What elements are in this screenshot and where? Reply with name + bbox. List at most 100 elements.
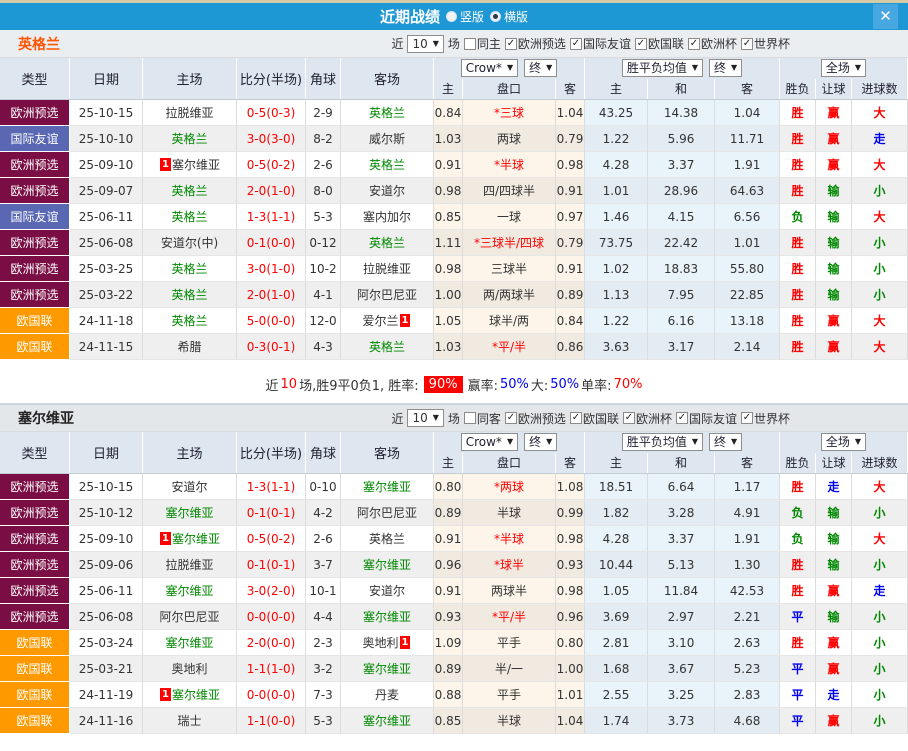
result-goals: 大 bbox=[852, 526, 908, 552]
avg-draw: 3.37 bbox=[648, 152, 715, 178]
checkbox-checked-icon[interactable]: ✓ bbox=[569, 412, 582, 424]
layout-radio-horizontal[interactable]: 横版 bbox=[490, 8, 528, 25]
checkbox-checked-icon[interactable]: ✓ bbox=[740, 412, 753, 424]
odds-source-select[interactable]: Crow* ▼ bbox=[460, 433, 519, 452]
wdl-average-select[interactable]: 胜平负均值 ▼ bbox=[621, 59, 703, 78]
checkbox-icon[interactable] bbox=[463, 412, 476, 424]
checkbox-icon[interactable] bbox=[463, 37, 476, 50]
radio-icon[interactable] bbox=[445, 11, 457, 22]
result-goals: 大 bbox=[852, 474, 908, 500]
result-goals: 大 bbox=[852, 100, 908, 126]
col-avg-draw: 和 bbox=[648, 78, 715, 99]
col-odds-away: 客 bbox=[556, 452, 585, 473]
odds-home: 0.91 bbox=[434, 526, 463, 552]
final-wdl-select[interactable]: 终 ▼ bbox=[709, 59, 743, 78]
corner-count: 2-3 bbox=[306, 630, 341, 656]
full-match-select[interactable]: 全场 ▼ bbox=[820, 59, 867, 78]
league-filter-checkbox[interactable]: ✓ 欧洲预选 bbox=[504, 410, 566, 427]
checkbox-checked-icon[interactable]: ✓ bbox=[504, 412, 517, 424]
close-button[interactable]: ✕ bbox=[873, 4, 898, 29]
final-odds-select[interactable]: 终 ▼ bbox=[524, 59, 558, 78]
checkbox-checked-icon[interactable]: ✓ bbox=[687, 37, 700, 50]
rank-badge: 1 bbox=[399, 314, 411, 327]
result-handicap: 输 bbox=[816, 500, 852, 526]
checkbox-checked-icon[interactable]: ✓ bbox=[740, 37, 753, 50]
handicap-line: 一球 bbox=[463, 204, 556, 230]
result-handicap: 输 bbox=[816, 282, 852, 308]
result-handicap: 输 bbox=[816, 526, 852, 552]
team-cell: 塞尔维亚 bbox=[341, 474, 434, 500]
team-cell: 1 塞尔维亚 bbox=[143, 526, 237, 552]
result-handicap: 走 bbox=[816, 682, 852, 708]
avg-draw: 3.17 bbox=[648, 334, 715, 360]
page-title: 近期战绩 bbox=[379, 8, 440, 26]
league-filter-checkbox[interactable]: ✓ 欧国联 bbox=[569, 410, 619, 427]
league-filter-checkbox[interactable]: ✓ 欧国联 bbox=[634, 35, 684, 52]
checkbox-checked-icon[interactable]: ✓ bbox=[634, 37, 647, 50]
avg-away: 1.17 bbox=[715, 474, 780, 500]
wdl-average-select[interactable]: 胜平负均值 ▼ bbox=[621, 433, 703, 452]
chevron-down-icon: ▼ bbox=[506, 437, 514, 447]
result-goals: 大 bbox=[852, 204, 908, 230]
result-goals: 小 bbox=[852, 656, 908, 682]
avg-draw: 3.73 bbox=[648, 708, 715, 734]
league-filter-checkbox[interactable]: ✓ 欧洲杯 bbox=[687, 35, 737, 52]
handicap-line: 平手 bbox=[463, 630, 556, 656]
recent-count-select[interactable]: 10 ▼ bbox=[407, 409, 444, 427]
checkbox-checked-icon[interactable]: ✓ bbox=[675, 412, 688, 424]
chevron-down-icon: ▼ bbox=[731, 63, 738, 73]
avg-away: 1.04 bbox=[715, 100, 780, 126]
layout-radio-vertical[interactable]: 竖版 bbox=[445, 8, 484, 25]
league-filter-checkbox[interactable]: ✓ 国际友谊 bbox=[569, 35, 631, 52]
result-handicap: 输 bbox=[816, 204, 852, 230]
serbia-table-header: 类型 日期 主场 比分(半场) 角球 客场 Crow* ▼ 终 ▼ 主 盘口 客 胜… bbox=[0, 432, 908, 474]
league-type-badge: 欧国联 bbox=[0, 682, 70, 708]
team-cell: 英格兰 bbox=[143, 282, 237, 308]
full-match-select[interactable]: 全场 ▼ bbox=[820, 433, 867, 452]
match-score: 1-1(0-0) bbox=[237, 708, 306, 734]
match-date: 25-06-11 bbox=[70, 204, 143, 230]
same-venue-checkbox[interactable]: 同客 bbox=[463, 410, 501, 427]
near-label: 近 bbox=[391, 411, 404, 426]
match-date: 25-06-08 bbox=[70, 604, 143, 630]
col-type: 类型 bbox=[0, 432, 70, 473]
team-cell: 英格兰 bbox=[341, 230, 434, 256]
radio-checked-icon[interactable] bbox=[490, 11, 501, 22]
recent-count-select[interactable]: 10 ▼ bbox=[407, 34, 444, 53]
summary-text: 70% bbox=[613, 377, 643, 392]
team-cell: 拉脱维亚 bbox=[143, 100, 237, 126]
match-date: 24-11-19 bbox=[70, 682, 143, 708]
checkbox-checked-icon[interactable]: ✓ bbox=[569, 37, 582, 50]
league-filter-checkbox[interactable]: ✓ 国际友谊 bbox=[675, 410, 737, 427]
odds-source-select[interactable]: Crow* ▼ bbox=[460, 59, 519, 78]
league-type-badge: 欧国联 bbox=[0, 656, 70, 682]
final-odds-select[interactable]: 终 ▼ bbox=[524, 433, 558, 452]
avg-draw: 4.15 bbox=[648, 204, 715, 230]
avg-draw: 6.64 bbox=[648, 474, 715, 500]
odds-away: 0.79 bbox=[556, 126, 585, 152]
handicap-line: 两球 bbox=[463, 126, 556, 152]
league-filter-checkbox[interactable]: ✓ 世界杯 bbox=[740, 410, 790, 427]
league-type-badge: 欧国联 bbox=[0, 308, 70, 334]
match-score: 0-0(0-0) bbox=[237, 682, 306, 708]
corner-count: 7-3 bbox=[306, 682, 341, 708]
team-cell: 安道尔 bbox=[341, 578, 434, 604]
league-filter-checkbox[interactable]: ✓ 欧洲预选 bbox=[504, 35, 566, 52]
summary-text: 10 bbox=[280, 377, 298, 392]
league-filter-checkbox[interactable]: ✓ 欧洲杯 bbox=[622, 410, 672, 427]
final-wdl-select[interactable]: 终 ▼ bbox=[709, 433, 743, 452]
avg-draw: 5.96 bbox=[648, 126, 715, 152]
avg-home: 2.81 bbox=[585, 630, 648, 656]
checkbox-checked-icon[interactable]: ✓ bbox=[504, 37, 517, 50]
team-name: 英格兰 bbox=[171, 262, 208, 276]
corner-count: 8-2 bbox=[306, 126, 341, 152]
result-goals: 小 bbox=[852, 178, 908, 204]
match-date: 25-09-06 bbox=[70, 552, 143, 578]
odds-away: 0.93 bbox=[556, 552, 585, 578]
league-filter-label: 国际友谊 bbox=[688, 411, 737, 426]
league-filter-checkbox[interactable]: ✓ 世界杯 bbox=[740, 35, 790, 52]
match-date: 25-03-24 bbox=[70, 630, 143, 656]
checkbox-checked-icon[interactable]: ✓ bbox=[622, 412, 635, 424]
odds-away: 0.98 bbox=[556, 152, 585, 178]
same-venue-checkbox[interactable]: 同主 bbox=[463, 35, 501, 52]
